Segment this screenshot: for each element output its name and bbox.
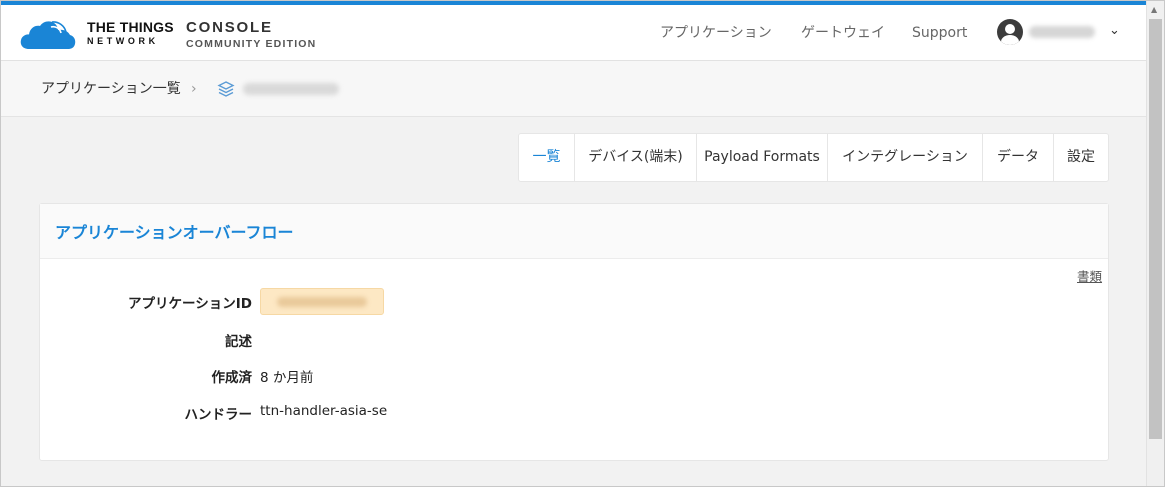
application-overview-card: アプリケーションオーバーフロー 書類 アプリケーションID 記述 作成済 8 か… <box>39 203 1109 461</box>
tab-settings[interactable]: 設定 <box>1054 134 1108 181</box>
nav-support[interactable]: Support <box>912 5 967 61</box>
application-tabs: 一覧 デバイス(端末) Payload Formats インテグレーション デー… <box>518 133 1109 182</box>
avatar-body-shape <box>1001 35 1019 45</box>
breadcrumb-separator: › <box>191 81 197 97</box>
user-menu[interactable]: ⌄ <box>997 19 1127 47</box>
breadcrumb-applications-link[interactable]: アプリケーション一覧 <box>41 61 181 117</box>
vertical-scrollbar[interactable]: ▲ <box>1146 1 1164 486</box>
avatar <box>997 19 1023 45</box>
layers-icon <box>217 81 235 97</box>
handler-value: ttn-handler-asia-se <box>260 403 388 419</box>
app-id-redacted <box>277 297 367 307</box>
handler-label: ハンドラー <box>184 407 253 423</box>
breadcrumb: アプリケーション一覧 › <box>1 61 1146 117</box>
tab-data[interactable]: データ <box>983 134 1054 181</box>
nav-applications[interactable]: アプリケーション <box>660 5 772 61</box>
cloud-logo-icon <box>20 21 76 49</box>
scrollbar-thumb[interactable] <box>1149 19 1162 439</box>
brand-ttn-line1: THE THINGS <box>87 19 174 35</box>
brand-console: CONSOLE COMMUNITY EDITION <box>186 19 316 50</box>
card-header: アプリケーションオーバーフロー <box>40 204 1108 259</box>
created-value: 8 か月前 <box>260 370 314 386</box>
description-label: 記述 <box>225 334 252 350</box>
app-id-value[interactable] <box>260 288 384 315</box>
scroll-up-arrow-icon[interactable]: ▲ <box>1151 5 1157 14</box>
tab-payload-formats[interactable]: Payload Formats <box>697 134 828 181</box>
user-name-redacted <box>1029 26 1095 38</box>
card-title: アプリケーションオーバーフロー <box>55 223 294 242</box>
brand-console-line2: COMMUNITY EDITION <box>186 38 317 50</box>
breadcrumb-app-name-redacted[interactable] <box>243 83 339 95</box>
browser-frame: THE THINGS NETWORK CONSOLE COMMUNITY EDI… <box>0 0 1165 487</box>
documentation-link[interactable]: 書類 <box>1077 266 1102 285</box>
app-id-label: アプリケーションID <box>128 296 252 312</box>
tab-integrations[interactable]: インテグレーション <box>828 134 983 181</box>
brand-ttn-line2: NETWORK <box>87 36 159 46</box>
nav-gateways[interactable]: ゲートウェイ <box>801 5 885 61</box>
chevron-down-icon[interactable]: ⌄ <box>1109 23 1120 38</box>
brand-ttn: THE THINGS NETWORK <box>87 19 174 46</box>
created-label: 作成済 <box>211 370 253 386</box>
avatar-head-shape <box>1005 24 1015 34</box>
top-navigation-bar: THE THINGS NETWORK CONSOLE COMMUNITY EDI… <box>1 1 1146 61</box>
tab-overview[interactable]: 一覧 <box>519 134 575 181</box>
tab-devices[interactable]: デバイス(端末) <box>575 134 697 181</box>
brand-console-line1: CONSOLE <box>186 19 273 36</box>
